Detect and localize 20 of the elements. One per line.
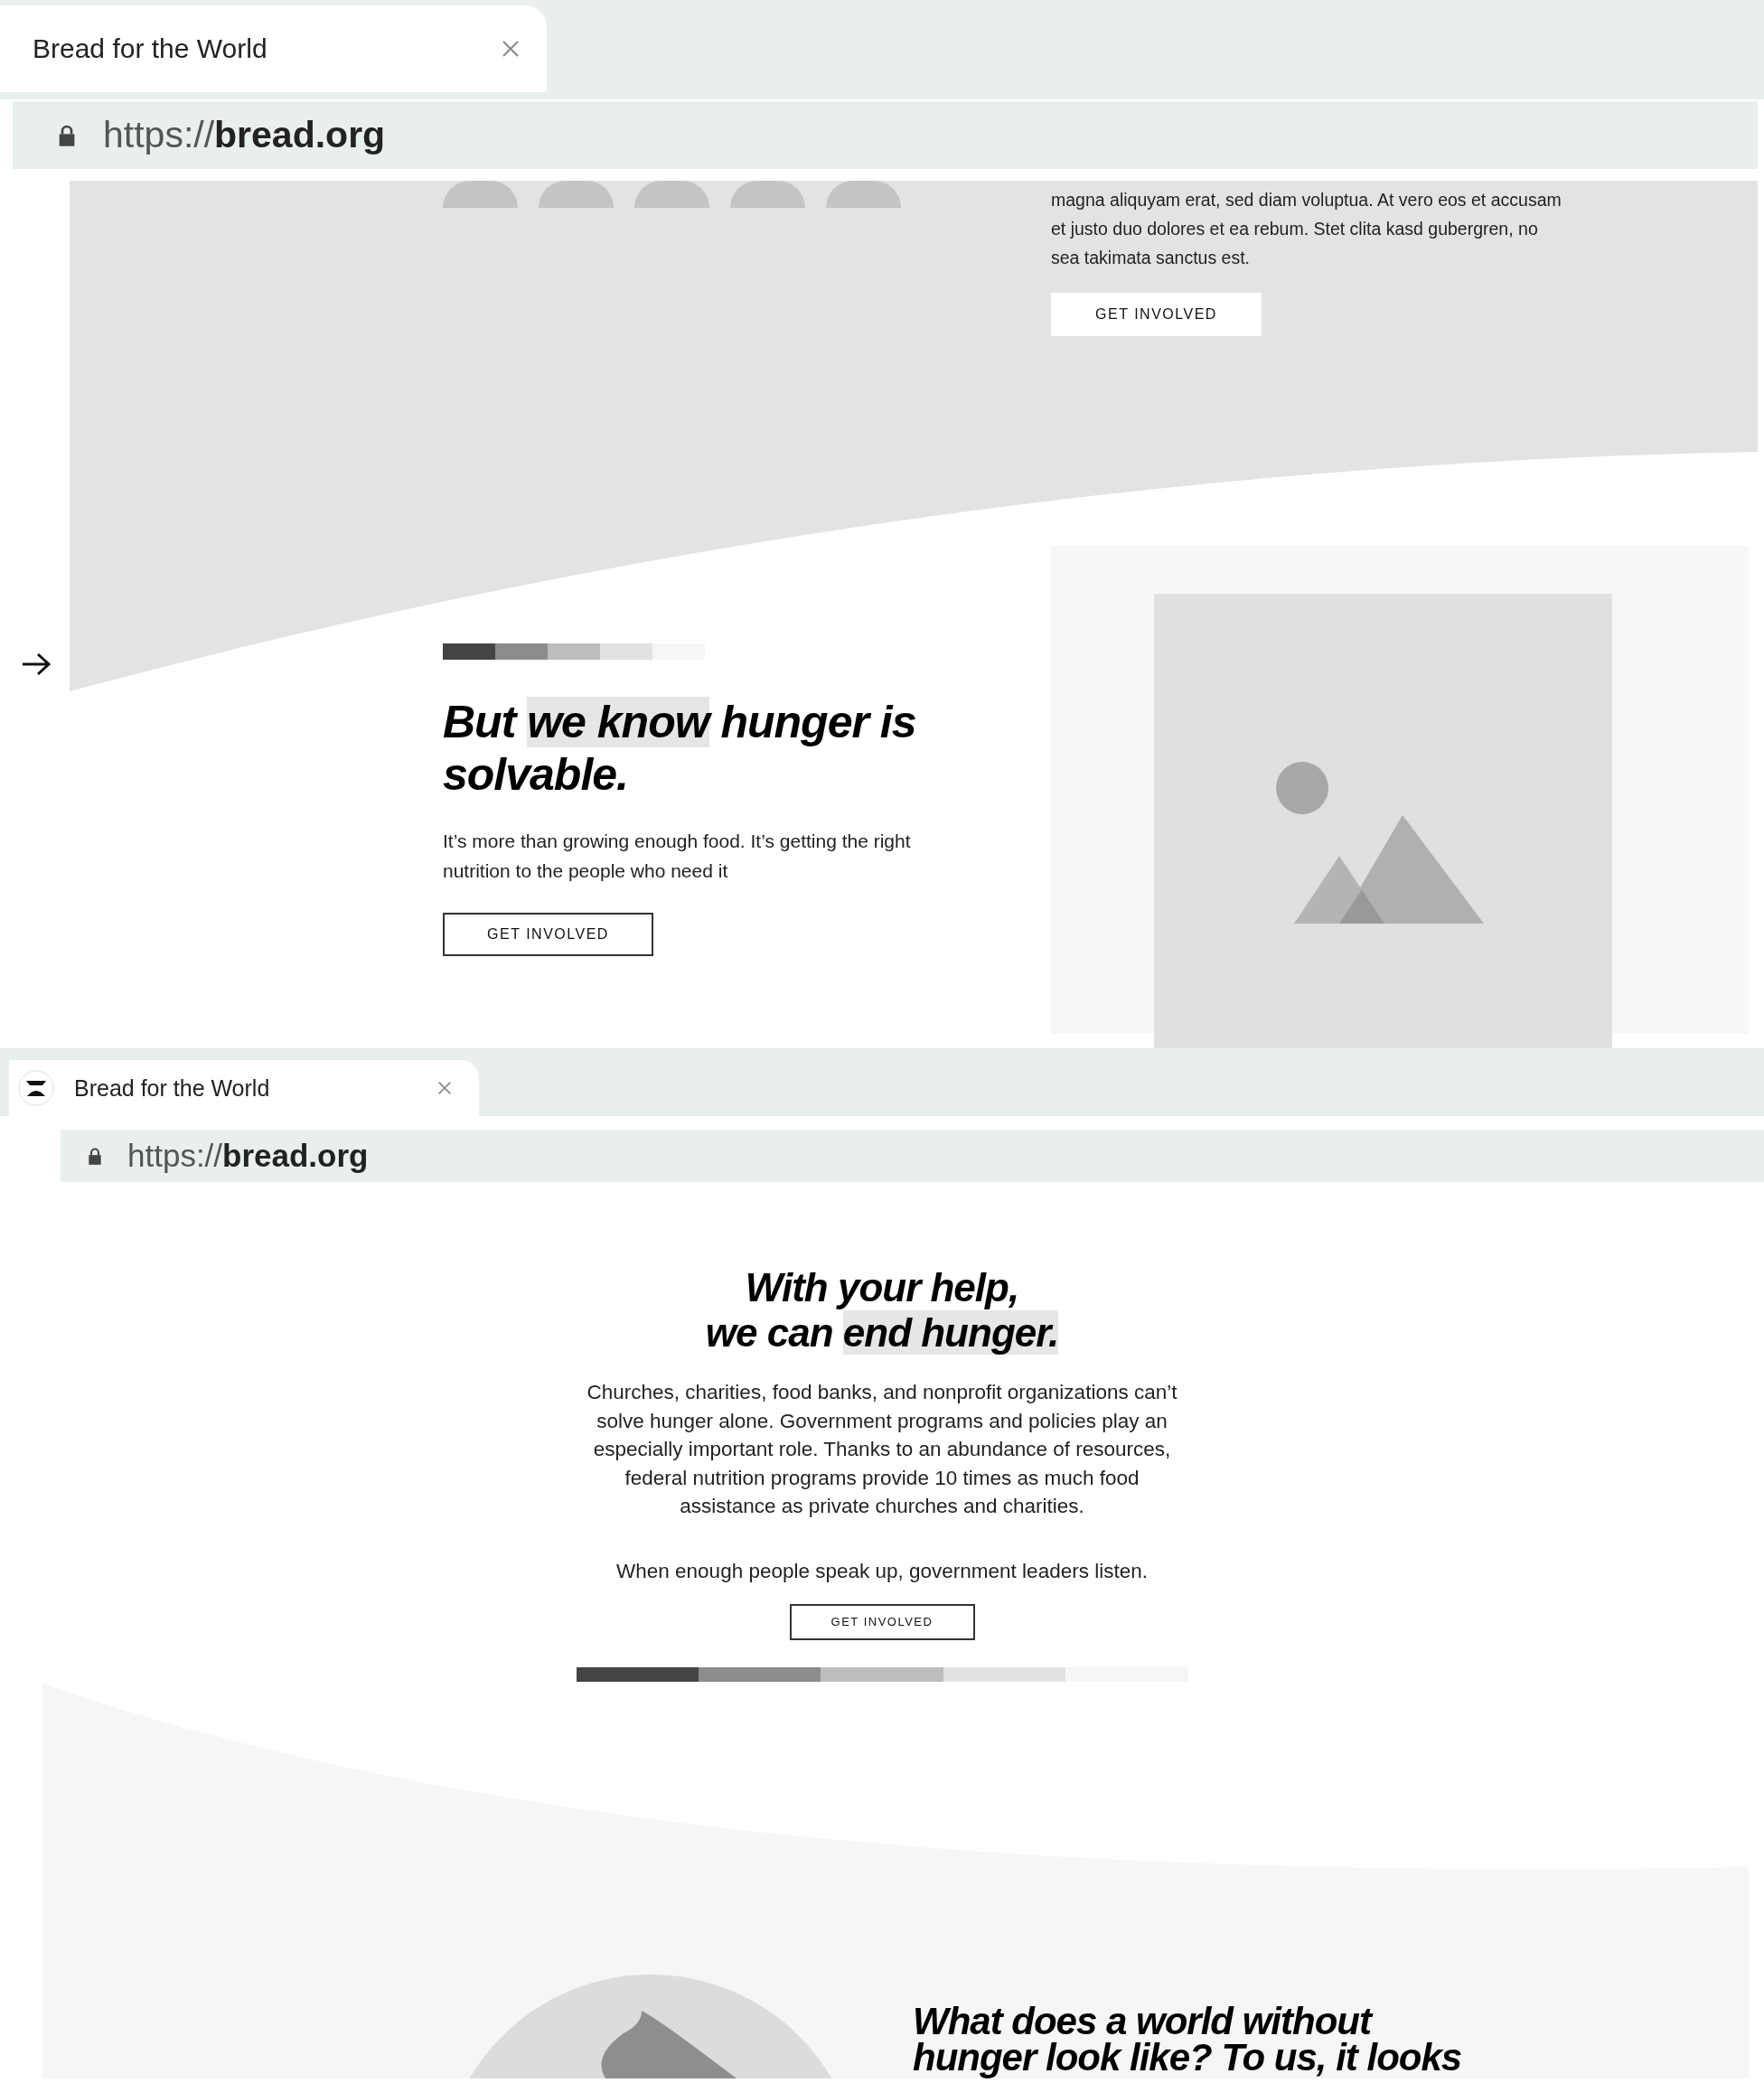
section-heading: But we know hunger is solvable. [443,696,917,801]
site-logo-icon [18,1070,54,1106]
section-text: When enough people speak up, government leaders listen. [615,1558,1149,1584]
get-involved-button[interactable]: GET INVOLVED [1051,293,1262,336]
lock-icon [88,1147,102,1165]
address-bar[interactable]: https://bread.org [61,1130,1764,1182]
arrow-icon[interactable] [20,651,52,678]
close-icon[interactable] [437,1081,452,1095]
get-involved-button[interactable]: GET INVOLVED [443,913,653,956]
get-involved-button[interactable]: GET INVOLVED [789,1603,975,1640]
section-text: Churches, charities, food banks, and nonprofit organizations can’t solve hunger alone. Government programs and policies play an especially important role. Thanks to an abundance of resources, federal nutrition programs provide 10 times as much food assistance as private churches and charities. [586,1380,1178,1520]
section-text: magna aliquyam erat, sed diam voluptua. At vero eos et accusam et justo duo dolores et ea rebum. Stet clita kasd gubergren, no sea takimata sanctus est. [1051,189,1562,269]
browser-tab[interactable]: Bread for the World [9,1060,479,1116]
lock-icon [58,124,76,146]
section-heading: What does a world without hunger look like? To us, it looks [913,2003,1462,2078]
address-bar[interactable]: https://bread.org [13,101,1758,169]
section-heading: With your help, we can end hunger. [705,1265,1059,1356]
browser-tab[interactable]: Bread for the World [0,5,547,92]
section-text: It’s more than growing enough food. It’s getting the right nutrition to the people who need it [443,830,912,883]
close-icon[interactable] [502,40,520,58]
